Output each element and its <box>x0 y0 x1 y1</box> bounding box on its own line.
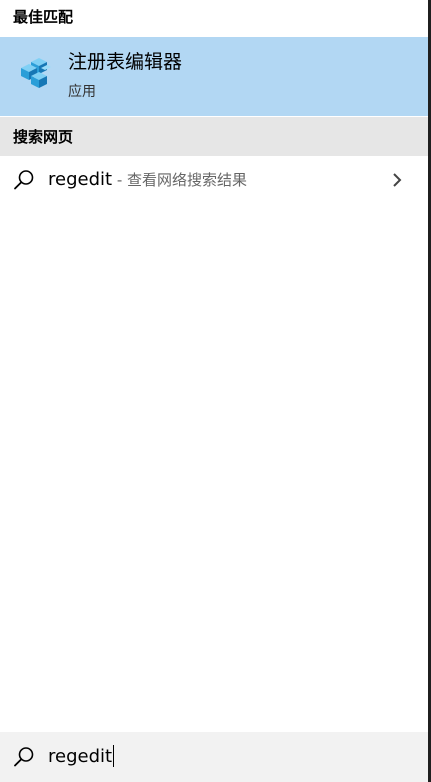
web-search-suffix: - 查看网络搜索结果 <box>112 171 248 189</box>
search-results-panel: 最佳匹配 注册表编辑器 应用 搜索网页 regedit - 查看网络搜索结果 r… <box>0 0 431 782</box>
web-search-heading: 搜索网页 <box>13 128 74 146</box>
search-icon <box>14 747 34 767</box>
best-match-heading: 最佳匹配 <box>13 8 74 26</box>
web-search-text: regedit - 查看网络搜索结果 <box>48 168 247 192</box>
search-box[interactable]: regedit <box>0 732 428 782</box>
text-caret <box>113 745 115 767</box>
registry-editor-icon <box>21 58 51 88</box>
web-search-result[interactable]: regedit - 查看网络搜索结果 <box>0 158 428 202</box>
app-type-label: 应用 <box>68 84 96 100</box>
search-input-value: regedit <box>48 746 113 767</box>
best-match-item-registry-editor[interactable]: 注册表编辑器 应用 <box>0 37 428 116</box>
web-search-query: regedit <box>48 169 113 190</box>
search-input[interactable]: regedit <box>48 745 115 769</box>
web-search-header: 搜索网页 <box>0 117 428 156</box>
search-icon <box>14 170 34 190</box>
chevron-right-icon[interactable] <box>389 170 405 190</box>
app-name: 注册表编辑器 <box>68 51 183 73</box>
